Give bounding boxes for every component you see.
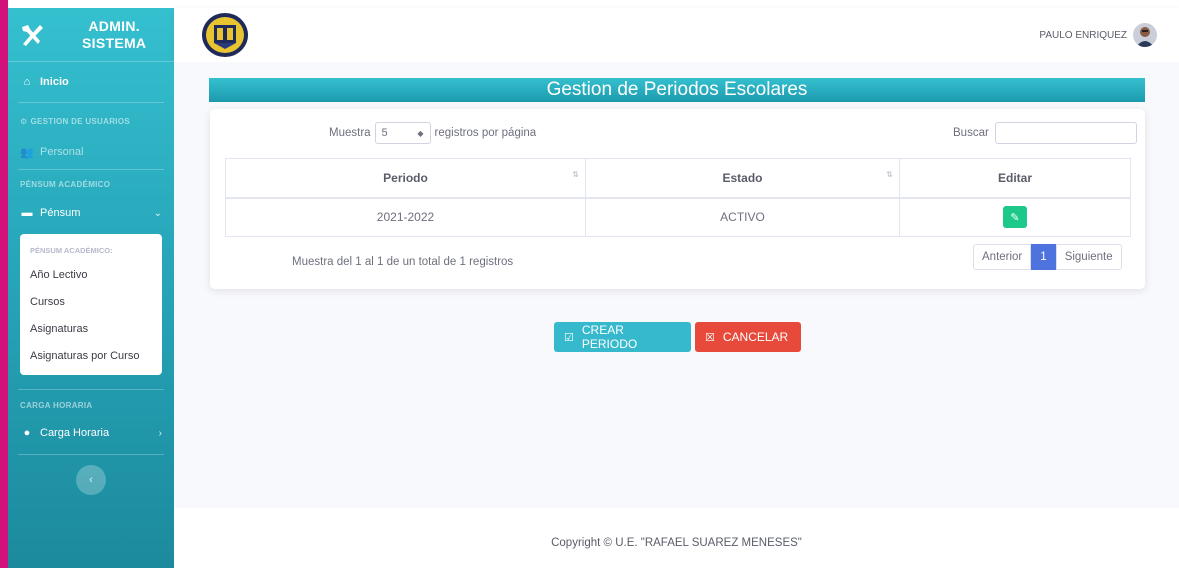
cell-estado: ACTIVO <box>585 197 900 237</box>
avatar <box>1133 23 1157 47</box>
window-left-edge <box>0 0 8 568</box>
sort-icon: ⇅ <box>572 170 579 179</box>
topbar: PAULO ENRIQUEZ <box>174 8 1179 62</box>
footer: Copyright © U.E. "RAFAEL SUAREZ MENESES" <box>174 508 1179 568</box>
cell-editar: ✎ <box>899 197 1131 237</box>
home-icon: ⌂ <box>23 76 31 88</box>
submenu-item-asignaturas[interactable]: Asignaturas <box>20 315 162 342</box>
sort-icon: ⇅ <box>886 170 893 179</box>
column-header-label: Periodo <box>383 170 428 185</box>
search-input[interactable] <box>994 122 1137 144</box>
sidebar-item-label: Inicio <box>40 76 69 88</box>
calendar-check-icon: ☑ <box>564 331 574 344</box>
table-header-row: Periodo ⇅ Estado ⇅ Editar <box>225 158 1131 199</box>
sidebar-toggle-button[interactable]: ‹ <box>76 465 106 495</box>
column-header-periodo[interactable]: Periodo ⇅ <box>225 158 586 199</box>
chevron-down-icon: ⌄ <box>153 207 162 219</box>
pagination-page-1[interactable]: 1 <box>1031 244 1056 270</box>
brand-line-1: ADMIN. <box>88 17 140 34</box>
page-length-prefix: Muestra <box>329 127 371 139</box>
sidebar-item-carga-horaria[interactable]: ● Carga Horaria › <box>8 420 174 446</box>
sidebar-item-label: Pénsum <box>40 207 81 219</box>
cancel-button[interactable]: ☒ CANCELAR <box>695 322 801 352</box>
periods-table: Periodo ⇅ Estado ⇅ Editar 2021-2022 ACTI… <box>225 158 1131 237</box>
search-control: Buscar <box>953 122 1137 144</box>
pagination: Anterior 1 Siguiente <box>973 244 1122 270</box>
column-header-label: Editar <box>997 170 1032 185</box>
submenu-heading: PÉNSUM ACADÉMICO: <box>30 246 113 255</box>
sidebar-divider <box>18 454 164 455</box>
chevron-right-icon: › <box>158 427 162 439</box>
search-label: Buscar <box>953 127 989 139</box>
brand-title: ADMIN. SISTEMA <box>82 18 146 52</box>
book-icon: ▬ <box>21 207 33 219</box>
sidebar-item-pensum[interactable]: ▬ Pénsum ⌄ <box>8 198 174 228</box>
sidebar-item-inicio[interactable]: ⌂ Inicio <box>8 62 174 102</box>
chevron-left-icon: ‹ <box>89 474 93 486</box>
heading-label: GESTION DE USUARIOS <box>30 116 130 126</box>
column-header-editar: Editar <box>899 158 1131 199</box>
tools-icon <box>22 24 43 46</box>
sidebar: ADMIN. SISTEMA ⌂ Inicio ⚙ GESTION DE USU… <box>8 8 174 568</box>
submenu-item-cursos[interactable]: Cursos <box>20 288 162 315</box>
pagination-previous[interactable]: Anterior <box>973 244 1032 270</box>
main-content: Gestion de Periodos Escolares Muestra 5 … <box>174 62 1179 508</box>
page-title: Gestion de Periodos Escolares <box>209 78 1145 102</box>
sidebar-heading-pensum: PÉNSUM ACADÉMICO <box>20 179 111 189</box>
select-arrows-icon: ◆ <box>417 128 424 138</box>
table-info: Muestra del 1 al 1 de un total de 1 regi… <box>292 256 514 268</box>
page-length-select[interactable]: 5 ◆ <box>374 122 431 144</box>
submenu-item-ano-lectivo[interactable]: Año Lectivo <box>20 261 162 288</box>
edit-icon: ✎ <box>1010 211 1020 224</box>
button-label: CANCELAR <box>722 330 789 344</box>
sidebar-brand[interactable]: ADMIN. SISTEMA <box>8 8 174 62</box>
sidebar-item-label: Carga Horaria <box>40 427 110 439</box>
periods-card: Muestra 5 ◆ registros por página Buscar … <box>210 109 1145 289</box>
sidebar-item-personal[interactable]: 👥 Personal <box>8 139 174 165</box>
clock-icon: ● <box>23 427 31 439</box>
pagination-next[interactable]: Siguiente <box>1055 244 1122 270</box>
pensum-submenu: PÉNSUM ACADÉMICO: Año Lectivo Cursos Asi… <box>20 234 162 375</box>
school-logo <box>202 13 248 57</box>
user-name: PAULO ENRIQUEZ <box>1039 29 1127 41</box>
page-length-value: 5 <box>381 127 388 139</box>
copyright-text: Copyright © U.E. "RAFAEL SUAREZ MENESES" <box>551 537 802 549</box>
page-length-control: Muestra 5 ◆ registros por página <box>329 122 536 144</box>
user-menu[interactable]: PAULO ENRIQUEZ <box>1039 23 1157 47</box>
sidebar-heading-usuarios: ⚙ GESTION DE USUARIOS <box>8 103 174 139</box>
brand-line-2: SISTEMA <box>82 34 147 51</box>
sidebar-item-label: Personal <box>40 146 84 158</box>
users-cog-icon: ⚙ <box>20 116 28 126</box>
table-row: 2021-2022 ACTIVO ✎ <box>225 197 1131 237</box>
page-length-suffix: registros por página <box>434 127 537 139</box>
button-label: CREAR PERIODO <box>581 323 638 351</box>
sidebar-heading-carga: CARGA HORARIA <box>20 400 93 410</box>
users-icon: 👥 <box>20 146 34 159</box>
cell-periodo: 2021-2022 <box>225 197 586 237</box>
close-icon: ☒ <box>705 331 715 344</box>
submenu-item-asignaturas-por-curso[interactable]: Asignaturas por Curso <box>20 342 162 369</box>
column-header-estado[interactable]: Estado ⇅ <box>585 158 900 199</box>
edit-button[interactable]: ✎ <box>1003 206 1027 229</box>
create-period-button[interactable]: ☑ CREAR PERIODO <box>554 322 691 352</box>
column-header-label: Estado <box>722 170 763 185</box>
